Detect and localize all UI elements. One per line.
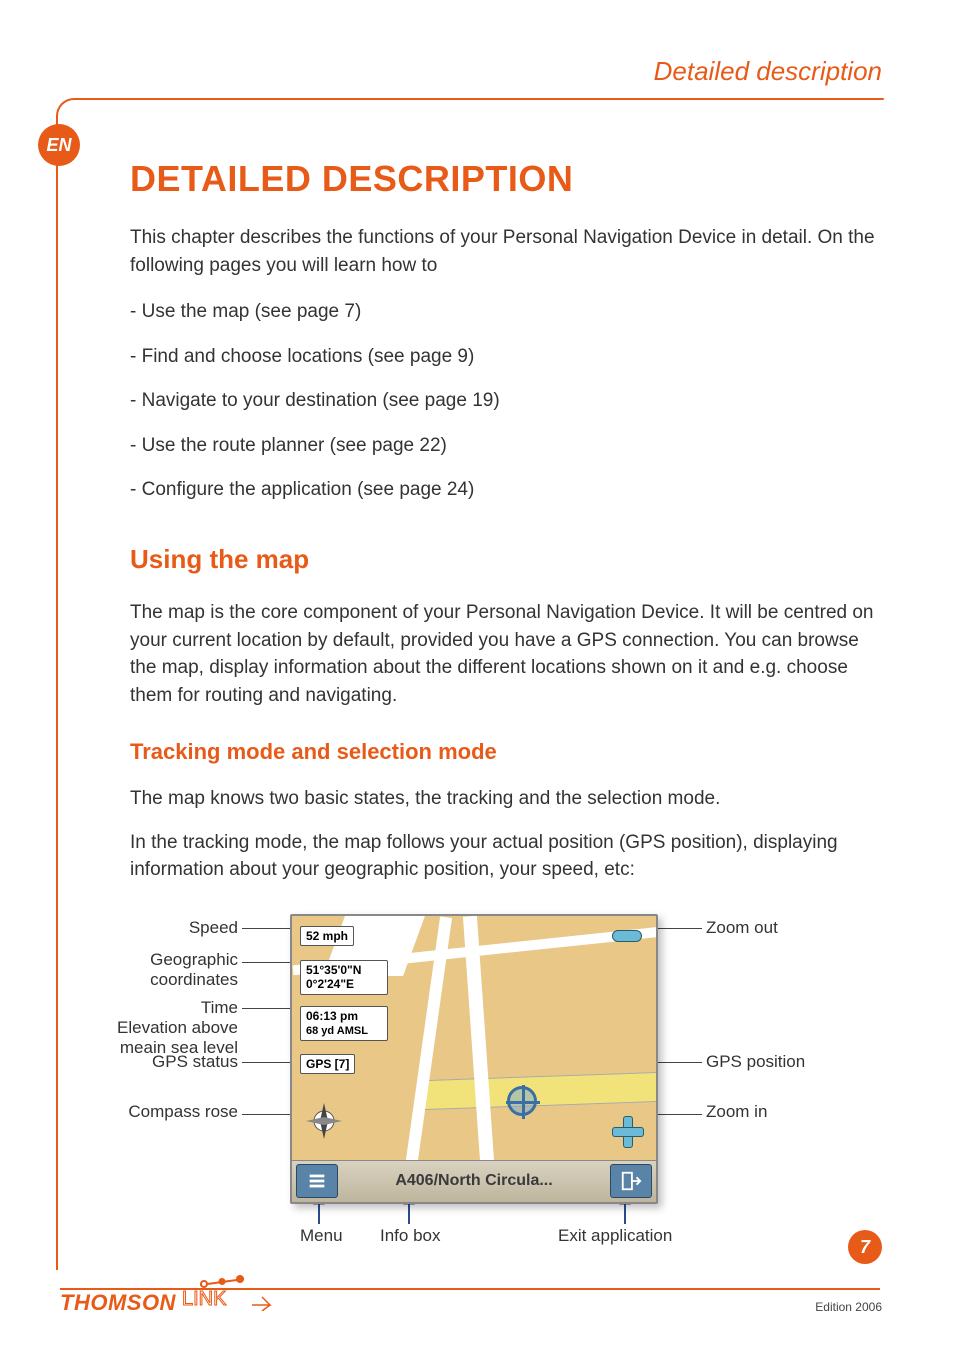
section-body: The map is the core component of your Pe… <box>130 599 890 709</box>
map-lat: 51°35'0"N <box>306 963 361 977</box>
header-chapter-title: Detailed description <box>654 56 882 87</box>
rule-top <box>74 98 884 100</box>
map-gps-box: GPS [7] <box>300 1054 355 1074</box>
menu-icon <box>306 1170 328 1192</box>
exit-icon <box>620 1170 642 1192</box>
leader-line <box>658 1114 702 1115</box>
zoom-out-button[interactable] <box>612 930 642 942</box>
subsection-body-2: In the tracking mode, the map follows yo… <box>130 829 890 884</box>
leader-line <box>242 1114 292 1115</box>
map-figure: Speed Geographic coordinates Time Elevat… <box>130 904 830 1254</box>
map-lon: 0°2'24"E <box>306 977 354 991</box>
list-item: - Navigate to your destination (see page… <box>130 388 890 415</box>
label-zoom-out: Zoom out <box>706 918 778 938</box>
compass-rose-icon <box>304 1101 344 1141</box>
brand-logo: THOMSON LINK <box>60 1285 274 1316</box>
label-exit: Exit application <box>558 1226 672 1246</box>
content-area: DETAILED DESCRIPTION This chapter descri… <box>130 158 890 1254</box>
leader-line <box>242 1062 292 1063</box>
page-number-badge: 7 <box>848 1230 882 1264</box>
label-speed: Speed <box>130 918 238 938</box>
map-coords-box: 51°35'0"N 0°2'24"E <box>300 960 388 995</box>
label-coords: Geographic coordinates <box>130 950 238 990</box>
label-gps-status: GPS status <box>130 1052 238 1072</box>
leader-line <box>242 1008 292 1009</box>
exit-button[interactable] <box>610 1164 652 1198</box>
menu-button[interactable] <box>296 1164 338 1198</box>
list-item: - Find and choose locations (see page 9) <box>130 344 890 371</box>
svg-text:LINK: LINK <box>182 1288 227 1310</box>
subsection-heading: Tracking mode and selection mode <box>130 739 890 765</box>
language-badge: EN <box>38 124 80 166</box>
list-item: - Use the map (see page 7) <box>130 299 890 326</box>
rule-vertical <box>56 150 58 1270</box>
label-gps-position: GPS position <box>706 1052 805 1072</box>
label-menu: Menu <box>300 1226 343 1246</box>
map-time: 06:13 pm <box>306 1009 358 1023</box>
list-item: - Configure the application (see page 24… <box>130 477 890 504</box>
map-speed-box: 52 mph <box>300 926 354 946</box>
leader-line <box>658 928 702 929</box>
zoom-in-button[interactable] <box>612 1116 642 1146</box>
page-title: DETAILED DESCRIPTION <box>130 158 890 200</box>
map-elevation: 68 yd AMSL <box>306 1025 368 1037</box>
label-zoom-in: Zoom in <box>706 1102 767 1122</box>
logo-thomson-text: THOMSON <box>60 1290 176 1316</box>
map-bottom-bar: A406/North Circula... <box>292 1160 656 1202</box>
label-infobox: Info box <box>380 1226 441 1246</box>
map-screenshot: 52 mph 51°35'0"N 0°2'24"E 06:13 pm 68 yd… <box>290 914 658 1204</box>
label-compass: Compass rose <box>100 1102 238 1122</box>
label-time: Time <box>130 998 238 1018</box>
leader-line <box>242 928 292 929</box>
intro-paragraph: This chapter describes the functions of … <box>130 224 890 279</box>
list-item: - Use the route planner (see page 22) <box>130 433 890 460</box>
section-heading: Using the map <box>130 544 890 575</box>
logo-link-icon: LINK <box>182 1285 274 1316</box>
subsection-body: The map knows two basic states, the trac… <box>130 785 890 813</box>
leader-line <box>658 1062 702 1063</box>
gps-position-marker-icon <box>507 1086 537 1116</box>
edition-text: Edition 2006 <box>815 1300 882 1314</box>
map-time-box: 06:13 pm 68 yd AMSL <box>300 1006 388 1042</box>
leader-line <box>242 962 292 963</box>
map-infobox-text: A406/North Circula... <box>342 1172 606 1190</box>
